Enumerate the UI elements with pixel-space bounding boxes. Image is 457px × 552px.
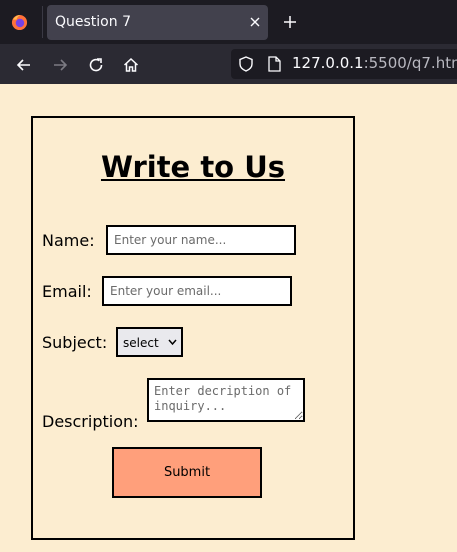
chevron-down-icon (168, 339, 177, 346)
url-text[interactable]: 127.0.0.1:5500/q7.html (292, 54, 457, 72)
url-path: :5500/q7.html (363, 54, 457, 72)
page-icon[interactable] (266, 55, 282, 73)
subject-label: Subject: (42, 333, 108, 352)
email-label: Email: (42, 282, 92, 301)
page-title: Write to Us (100, 150, 286, 184)
shield-icon[interactable] (237, 55, 255, 73)
submit-button[interactable]: Submit (112, 447, 262, 498)
home-icon[interactable] (122, 56, 140, 74)
subject-select[interactable]: select (116, 327, 183, 357)
subject-selected-value: select (123, 336, 159, 350)
tab-title: Question 7 (55, 14, 131, 30)
reload-icon[interactable] (87, 56, 105, 74)
browser-tab-question-7[interactable]: Question 7 (47, 5, 268, 40)
plus-icon[interactable] (282, 14, 298, 30)
back-arrow-icon[interactable] (15, 56, 33, 74)
description-textarea[interactable] (147, 378, 305, 422)
close-icon[interactable] (248, 15, 262, 29)
name-label: Name: (42, 231, 95, 250)
url-host: 127.0.0.1 (292, 54, 364, 72)
tab-separator (42, 6, 43, 38)
email-input[interactable] (102, 276, 292, 306)
name-input[interactable] (106, 225, 296, 255)
description-label: Description: (42, 412, 139, 431)
forward-arrow-icon[interactable] (51, 56, 69, 74)
firefox-logo-icon[interactable] (11, 14, 28, 31)
